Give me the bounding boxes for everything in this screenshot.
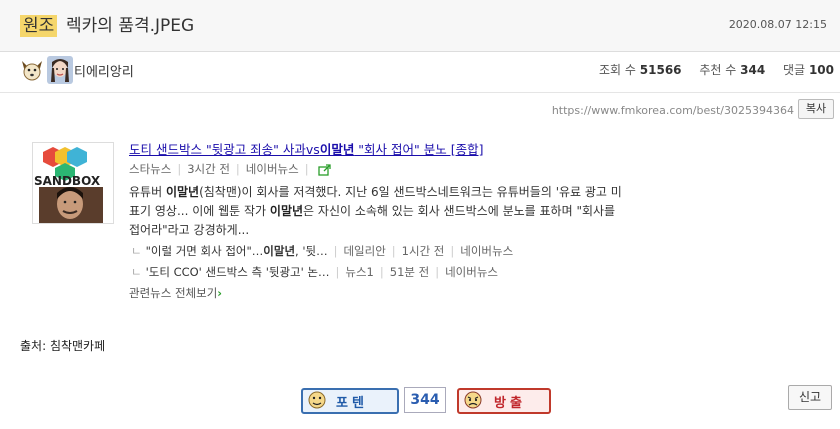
news-summary-highlight: 이말년 xyxy=(269,204,304,218)
related-title[interactable]: , '뒷… xyxy=(295,244,328,258)
post-meta-row: 티에리앙리 조회 수 51566 추천 수 344 댓글 100 xyxy=(0,52,840,93)
thumbs-up-face-icon xyxy=(308,391,326,409)
author-name[interactable]: 티에리앙리 xyxy=(74,61,134,80)
post-stats: 조회 수 51566 추천 수 344 댓글 100 xyxy=(599,61,834,78)
sandbox-logo-icon: SANDBOX xyxy=(33,143,113,223)
news-summary-text: 유튜버 xyxy=(129,185,166,199)
related-portal-link[interactable]: 네이버뉴스 xyxy=(445,265,498,279)
upvote-button[interactable]: 포텐 xyxy=(301,388,399,414)
vote-count: 344 xyxy=(404,387,446,413)
related-title[interactable]: "이럴 거면 회사 접어"… xyxy=(146,244,264,258)
post-date: 2020.08.07 12:15 xyxy=(728,18,827,31)
news-thumbnail[interactable]: SANDBOX xyxy=(32,142,114,224)
news-summary: 유튜버 이말년(침착맨)이 회사를 저격했다. 지난 6일 샌드박스네트워크는 … xyxy=(129,183,624,240)
thumbnail-logo-text: SANDBOX xyxy=(34,174,101,188)
news-source: 스타뉴스 xyxy=(129,162,172,176)
post-source: 출처: 침착맨카페 xyxy=(20,339,106,353)
comments-count[interactable]: 100 xyxy=(809,63,834,77)
chevron-right-icon: › xyxy=(217,286,223,300)
copy-url-button[interactable]: 복사 xyxy=(798,99,834,119)
angry-face-icon xyxy=(464,391,482,409)
news-title-part[interactable]: "회사 접어" 분노 [종합] xyxy=(354,142,483,157)
news-portal-link[interactable]: 네이버뉴스 xyxy=(246,162,299,176)
news-title-part[interactable]: 도티 샌드박스 "뒷광고 죄송" 사과vs xyxy=(129,142,320,157)
views-count: 51566 xyxy=(639,63,682,77)
post-title: 렉카의 품격.JPEG xyxy=(66,16,195,36)
post-header: 원조 렉카의 품격.JPEG 2020.08.07 12:15 xyxy=(0,0,840,52)
related-mark: ㄴ xyxy=(131,244,142,258)
news-card: 도티 샌드박스 "뒷광고 죄송" 사과vs이말년 "회사 접어" 분노 [종합]… xyxy=(129,141,649,301)
post-category-tag: 원조 xyxy=(20,15,58,37)
news-summary-highlight: 이말년 xyxy=(165,185,200,199)
related-all-label[interactable]: 관련뉴스 전체보기 xyxy=(129,286,217,300)
views-label: 조회 수 xyxy=(599,63,636,77)
upvote-label[interactable]: 포텐 xyxy=(336,392,368,411)
avatar[interactable] xyxy=(47,56,73,84)
dog-icon xyxy=(22,61,42,81)
related-time: 51분 전 xyxy=(389,265,430,279)
related-title[interactable]: '도티 CCO' 샌드박스 측 '뒷광고' 논… xyxy=(146,265,330,279)
related-time: 1시간 전 xyxy=(401,244,445,258)
related-highlight[interactable]: 이말년 xyxy=(263,244,295,258)
post-url: https://www.fmkorea.com/best/3025394364 xyxy=(551,104,794,117)
related-portal-link[interactable]: 네이버뉴스 xyxy=(460,244,513,258)
recommend-label: 추천 수 xyxy=(699,63,737,77)
related-mark: ㄴ xyxy=(131,265,142,279)
recommend-count: 344 xyxy=(740,63,766,77)
related-news-item[interactable]: ㄴ "이럴 거면 회사 접어"…이말년, '뒷… | 데일리안 | 1시간 전 | 네이버뉴스 xyxy=(129,242,649,261)
related-source: 데일리안 xyxy=(343,244,386,258)
related-news-item[interactable]: ㄴ '도티 CCO' 샌드박스 측 '뒷광고' 논… | 뉴스1 | 51분 전 | 네이버뉴… xyxy=(129,263,649,282)
news-title-link[interactable]: 도티 샌드박스 "뒷광고 죄송" 사과vs이말년 "회사 접어" 분노 [종합] xyxy=(129,141,649,159)
news-title-highlight[interactable]: 이말년 xyxy=(320,142,355,157)
share-icon[interactable] xyxy=(318,163,332,176)
news-meta: 스타뉴스 | 3시간 전 | 네이버뉴스 | xyxy=(129,160,649,178)
related-source: 뉴스1 xyxy=(345,265,374,279)
related-all-link[interactable]: 관련뉴스 전체보기› xyxy=(129,285,649,301)
comments-label: 댓글 xyxy=(783,63,806,77)
downvote-button[interactable]: 방출 xyxy=(457,388,551,414)
downvote-label[interactable]: 방출 xyxy=(494,392,526,411)
report-button[interactable]: 신고 xyxy=(788,385,832,410)
news-time: 3시간 전 xyxy=(187,162,230,176)
